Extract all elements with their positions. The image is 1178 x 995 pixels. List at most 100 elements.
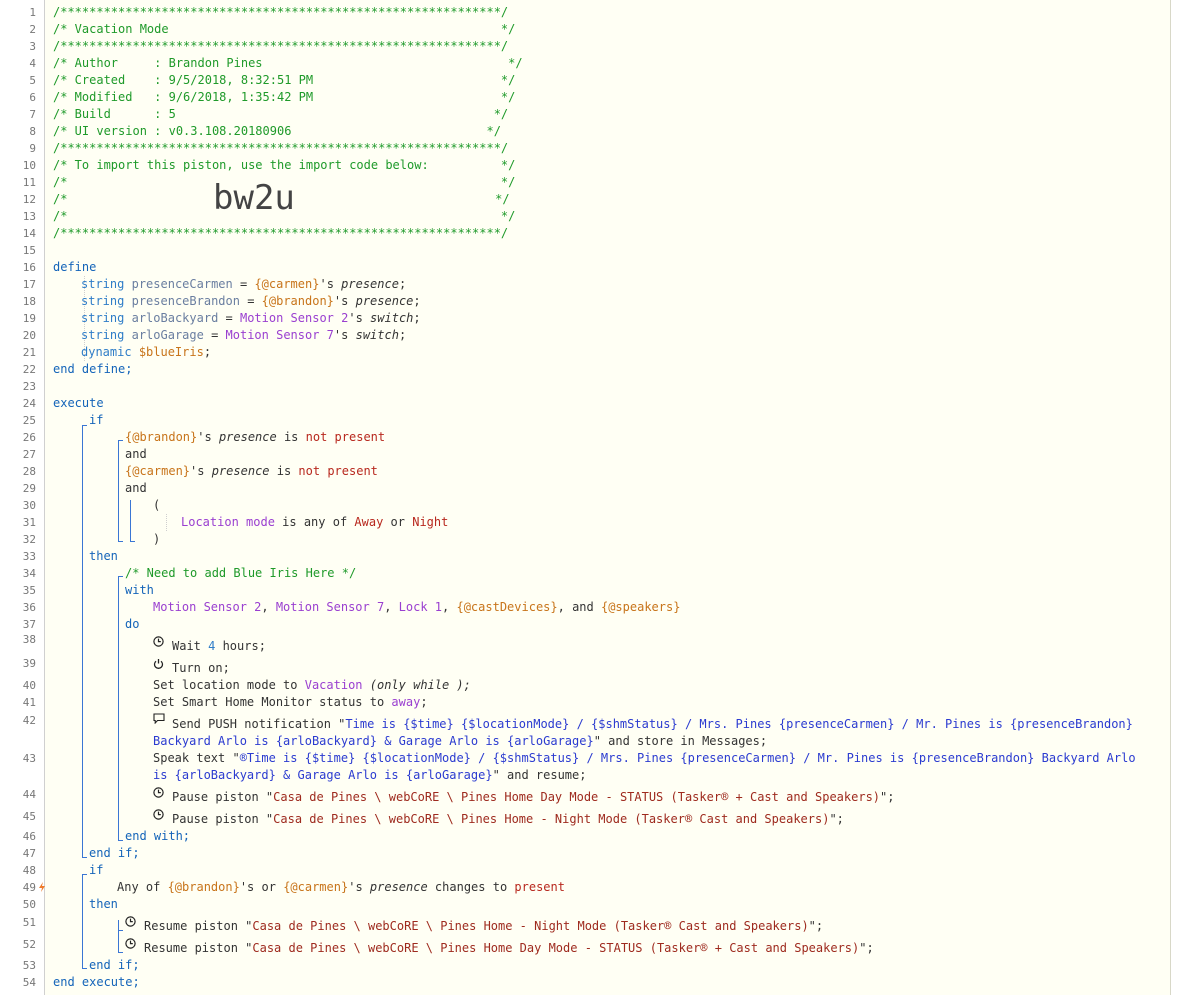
line-number: 4 — [29, 57, 36, 70]
with-devices-row[interactable]: Motion Sensor 2, Motion Sensor 7, Lock 1… — [153, 599, 680, 616]
line-number: 40 — [22, 679, 36, 692]
condition-row[interactable]: Location mode is any of Away or Night — [181, 514, 448, 531]
line-number: 25 — [22, 414, 36, 427]
if-keyword[interactable]: if — [89, 862, 103, 879]
line-number: 31 — [22, 516, 36, 529]
clock-icon — [153, 787, 164, 798]
line-number: 11 — [22, 176, 36, 189]
resume-piston-statement[interactable]: Resume piston "Casa de Pines \ webCoRE \… — [144, 918, 823, 935]
line-number: 45 — [22, 810, 36, 823]
line-number: 38 — [22, 633, 36, 646]
line-number: 24 — [22, 397, 36, 410]
line-number: 20 — [22, 329, 36, 342]
line-number: 12 — [22, 193, 36, 206]
line-number: 44 — [22, 788, 36, 801]
line-number: 52 — [22, 938, 36, 951]
line-number: 22 — [22, 363, 36, 376]
line-number: 42 — [22, 714, 36, 727]
line-number: 17 — [22, 278, 36, 291]
group-bracket — [130, 500, 131, 541]
do-keyword[interactable]: do — [125, 616, 139, 633]
line-number: 3 — [29, 40, 36, 53]
line-number: 18 — [22, 295, 36, 308]
if-keyword[interactable]: if — [89, 412, 103, 429]
define-var-row[interactable]: string arloGarage = Motion Sensor 7's sw… — [81, 327, 406, 344]
header-author: /* Author : Brandon Pines */ — [53, 56, 523, 70]
line-number: 50 — [22, 898, 36, 911]
condition-row[interactable]: {@carmen}'s presence is not present — [125, 463, 378, 480]
define-var-row[interactable]: string presenceBrandon = {@brandon}'s pr… — [81, 293, 421, 310]
line-number: 32 — [22, 533, 36, 546]
header-code-suffix: */ — [329, 192, 510, 206]
line-number: 26 — [22, 431, 36, 444]
line-number: 48 — [22, 864, 36, 877]
bolt-icon — [39, 882, 45, 892]
header-stars: /***************************************… — [53, 39, 509, 53]
close-paren[interactable]: ) — [153, 531, 160, 548]
end-if-keyword[interactable]: end if; — [89, 845, 140, 862]
pause-piston-statement[interactable]: Pause piston "Casa de Pines \ webCoRE \ … — [172, 811, 844, 828]
define-var-row[interactable]: string arloBackyard = Motion Sensor 2's … — [81, 310, 421, 327]
push-notification-statement[interactable]: Send PUSH notification "Time is {$time} … — [172, 716, 1133, 733]
header-ui-version: /* UI version : v0.3.108.20180906 */ — [53, 124, 501, 138]
header-modified: /* Modified : 9/6/2018, 1:35:42 PM */ — [53, 90, 516, 104]
then-block-bracket — [118, 576, 119, 840]
push-notification-cont[interactable]: Backyard Arlo is {arloBackyard} & Garage… — [153, 733, 767, 750]
execute-keyword[interactable]: execute — [53, 395, 104, 412]
power-icon — [153, 659, 164, 669]
and-operator[interactable]: and — [125, 480, 147, 497]
header-import-note: /* To import this piston, use the import… — [53, 158, 516, 172]
set-shm-statement[interactable]: Set Smart Home Monitor status to away; — [153, 694, 428, 711]
set-location-mode-statement[interactable]: Set location mode to Vacation (only whil… — [153, 677, 471, 694]
line-number: 29 — [22, 482, 36, 495]
define-var-row[interactable]: dynamic $blueIris; — [81, 344, 211, 361]
wait-statement[interactable]: Wait 4 hours; — [172, 638, 266, 655]
and-operator[interactable]: and — [125, 446, 147, 463]
if-block-bracket — [82, 425, 83, 857]
comment-line[interactable]: /* Need to add Blue Iris Here */ — [125, 565, 356, 582]
line-number: 8 — [29, 125, 36, 138]
open-paren[interactable]: ( — [153, 497, 160, 514]
define-keyword[interactable]: define — [53, 259, 96, 276]
line-number: 27 — [22, 448, 36, 461]
end-execute-keyword[interactable]: end execute; — [53, 974, 140, 991]
end-with-keyword[interactable]: end with; — [125, 828, 190, 845]
line-number: 16 — [22, 261, 36, 274]
clock-icon — [153, 636, 164, 647]
clock-icon — [153, 809, 164, 820]
header-title: /* Vacation Mode */ — [53, 22, 516, 36]
line-number: 37 — [22, 618, 36, 631]
condition-bracket — [118, 440, 119, 541]
line-number: 9 — [29, 142, 36, 155]
header-build: /* Build : 5 */ — [53, 107, 509, 121]
line-number: 19 — [22, 312, 36, 325]
condition-row[interactable]: {@brandon}'s presence is not present — [125, 429, 385, 446]
turn-on-statement[interactable]: Turn on; — [172, 660, 230, 677]
speak-text-cont[interactable]: is {arloBackyard} & Garage Arlo is {arlo… — [153, 767, 586, 784]
clock-icon — [125, 916, 136, 927]
pause-piston-statement[interactable]: Pause piston "Casa de Pines \ webCoRE \ … — [172, 789, 894, 806]
line-number: 7 — [29, 108, 36, 121]
resume-piston-statement[interactable]: Resume piston "Casa de Pines \ webCoRE \… — [144, 940, 874, 957]
then-keyword[interactable]: then — [89, 548, 118, 565]
line-number: 43 — [22, 752, 36, 765]
speak-text-statement[interactable]: Speak text "®Time is {$time} {$locationM… — [153, 750, 1136, 767]
line-number: 10 — [22, 159, 36, 172]
line-number: 13 — [22, 210, 36, 223]
line-number: 30 — [22, 499, 36, 512]
trigger-condition-row[interactable]: Any of {@brandon}'s or {@carmen}'s prese… — [117, 879, 565, 896]
line-number: 35 — [22, 584, 36, 597]
line-number: 28 — [22, 465, 36, 478]
define-var-row[interactable]: string presenceCarmen = {@carmen}'s pres… — [81, 276, 406, 293]
line-number: 6 — [29, 91, 36, 104]
end-if-keyword[interactable]: end if; — [89, 957, 140, 974]
header-stars: /***************************************… — [53, 226, 509, 240]
line-number: 53 — [22, 959, 36, 972]
if2-block-bracket — [82, 874, 83, 968]
line-number-gutter: 1 2 3 4 5 6 7 8 9 10 11 12 13 14 15 16 17 18 19 20 21 22 23 24 2… — [0, 0, 45, 995]
end-define-keyword[interactable]: end define; — [53, 361, 132, 378]
line-number: 39 — [22, 657, 36, 670]
with-keyword[interactable]: with — [125, 582, 154, 599]
then-keyword[interactable]: then — [89, 896, 118, 913]
clock-icon — [125, 938, 136, 949]
